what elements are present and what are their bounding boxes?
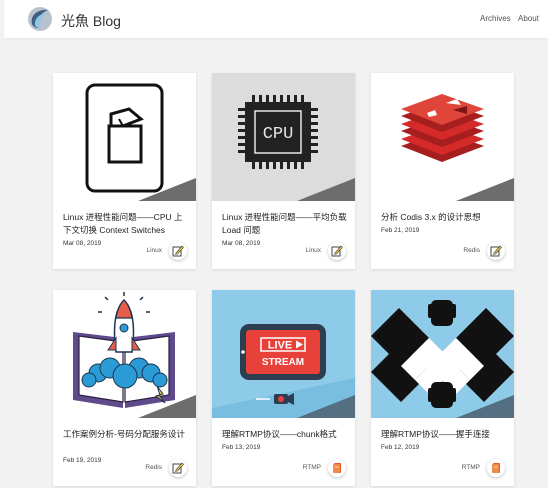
top-navigation-bar: 光魚 Blog Archives About	[4, 0, 548, 38]
cpu-label: CPU	[263, 125, 294, 144]
switch-icon	[53, 73, 196, 201]
book-icon	[492, 463, 500, 473]
view-post-button[interactable]	[487, 459, 505, 477]
nav-about-link[interactable]: About	[518, 14, 539, 23]
nav-archives-link[interactable]: Archives	[480, 14, 511, 23]
post-card[interactable]: 工作案例分析-号码分配服务设计 Feb 19, 2019 Redis	[53, 290, 196, 486]
post-card[interactable]: LIVE STREAM 理解RTMP协议——chunk格式 Feb 13, 20…	[212, 290, 355, 486]
live-stream-icon: LIVE STREAM	[212, 290, 355, 418]
edit-post-button[interactable]	[487, 242, 505, 260]
post-date: Mar 08, 2019	[222, 240, 261, 247]
post-title[interactable]: 分析 Codis 3.x 的设计思想	[381, 211, 507, 224]
post-title[interactable]: Linux 进程性能问题——平均负载 Load 问题	[222, 211, 348, 237]
pencil-icon	[172, 245, 184, 257]
post-cover[interactable]	[53, 73, 196, 201]
view-post-button[interactable]	[328, 459, 346, 477]
post-title[interactable]: Linux 进程性能问题——CPU 上下文切换 Context Switches	[63, 211, 189, 237]
post-date: Feb 13, 2019	[222, 444, 261, 451]
post-date: Mar 08, 2019	[63, 240, 102, 247]
pencil-icon	[490, 245, 502, 257]
pencil-icon	[331, 245, 343, 257]
post-cover[interactable]: CPU	[212, 73, 355, 201]
rocket-book-icon	[53, 290, 196, 418]
post-cover[interactable]	[53, 290, 196, 418]
post-cover[interactable]	[371, 73, 514, 201]
post-tag[interactable]: RTMP	[462, 464, 480, 471]
post-date: Feb 21, 2019	[381, 227, 420, 234]
cpu-chip-icon: CPU	[212, 73, 355, 201]
pencil-icon	[172, 462, 184, 474]
edit-post-button[interactable]	[169, 459, 187, 477]
post-date: Feb 19, 2019	[63, 457, 102, 464]
post-card[interactable]: Linux 进程性能问题——CPU 上下文切换 Context Switches…	[53, 73, 196, 269]
post-tag[interactable]: Redis	[463, 247, 480, 254]
post-card[interactable]: 分析 Codis 3.x 的设计思想 Feb 21, 2019 Redis	[371, 73, 514, 269]
redis-logo-icon	[371, 73, 514, 201]
blog-brand-link[interactable]: 光魚 Blog	[61, 11, 121, 31]
post-cover[interactable]	[371, 290, 514, 418]
post-title[interactable]: 理解RTMP协议——chunk格式	[222, 428, 348, 441]
blog-logo-icon[interactable]	[26, 6, 54, 32]
post-title[interactable]: 理解RTMP协议——握手连接	[381, 428, 507, 441]
post-tag[interactable]: Linux	[146, 247, 162, 254]
post-tag[interactable]: Redis	[145, 464, 162, 471]
handshake-icon	[371, 290, 514, 418]
post-title[interactable]: 工作案例分析-号码分配服务设计	[63, 428, 189, 441]
edit-post-button[interactable]	[328, 242, 346, 260]
post-date: Feb 12, 2019	[381, 444, 420, 451]
edit-post-button[interactable]	[169, 242, 187, 260]
post-cover[interactable]: LIVE STREAM	[212, 290, 355, 418]
post-tag[interactable]: Linux	[305, 247, 321, 254]
post-card[interactable]: CPU Linux 进程性能问题——平均负载 Load 问题 Mar 08, 2…	[212, 73, 355, 269]
stream-label: STREAM	[262, 357, 304, 368]
book-icon	[333, 463, 341, 473]
live-label: LIVE	[268, 340, 292, 352]
post-tag[interactable]: RTMP	[303, 464, 321, 471]
post-card[interactable]: 理解RTMP协议——握手连接 Feb 12, 2019 RTMP	[371, 290, 514, 486]
